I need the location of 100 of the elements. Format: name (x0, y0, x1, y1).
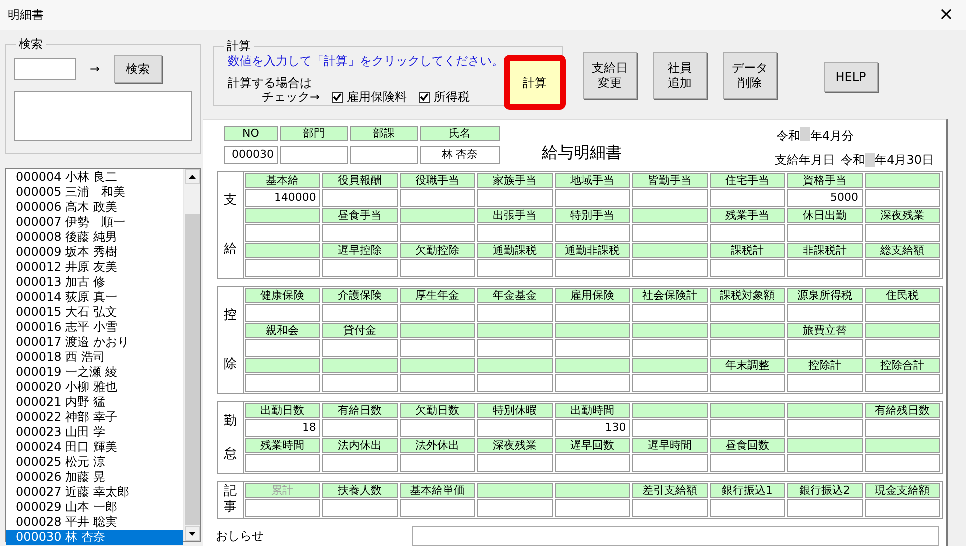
input-field[interactable] (400, 499, 476, 517)
input-field[interactable] (245, 259, 320, 277)
input-field[interactable] (632, 339, 708, 357)
employee-list-item[interactable]: 000025 松元 涼 (6, 455, 183, 470)
employee-list-item[interactable]: 000028 平井 聡実 (6, 515, 183, 530)
input-field[interactable] (477, 259, 553, 277)
input-field[interactable] (322, 454, 398, 472)
employee-list-item[interactable]: 000015 大石 弘文 (6, 305, 183, 320)
input-field[interactable] (477, 374, 553, 392)
employee-list-item[interactable]: 000017 渡邉 かおり (6, 335, 183, 350)
input-field[interactable] (632, 419, 708, 437)
employee-list-item[interactable]: 000019 一之瀬 綾 (6, 365, 183, 380)
employee-list-item[interactable]: 000021 内野 猛 (6, 395, 183, 410)
input-field[interactable] (632, 454, 708, 472)
scrollbar[interactable] (183, 169, 200, 541)
input-field[interactable] (632, 304, 708, 322)
input-field[interactable] (632, 224, 708, 242)
notice-field[interactable] (412, 526, 939, 546)
input-field[interactable] (400, 454, 476, 472)
checkbox[interactable] (419, 92, 430, 102)
employee-list-item[interactable]: 000027 近藤 幸太郎 (6, 485, 183, 500)
search-field[interactable] (14, 58, 76, 80)
input-field[interactable] (710, 499, 786, 517)
input-field[interactable]: 000030 (224, 146, 278, 164)
toolbar-button[interactable]: データ 削除 (723, 52, 777, 99)
input-field[interactable] (864, 454, 940, 472)
input-field[interactable] (477, 419, 553, 437)
input-field[interactable] (787, 499, 863, 517)
input-field[interactable] (245, 339, 320, 357)
input-field[interactable] (864, 259, 940, 277)
input-field[interactable]: 130 (554, 419, 630, 437)
input-field[interactable] (322, 224, 398, 242)
employee-list-item[interactable]: 000009 坂本 秀樹 (6, 245, 183, 260)
toolbar-button[interactable]: 社員 追加 (653, 52, 707, 99)
input-field[interactable] (400, 339, 476, 357)
scroll-up-icon[interactable] (188, 174, 196, 178)
employee-list-item[interactable]: 000023 山田 学 (6, 425, 183, 440)
input-field[interactable] (632, 259, 708, 277)
input-field[interactable] (477, 304, 553, 322)
input-field[interactable] (864, 419, 940, 437)
employee-list-item[interactable]: 000007 伊勢 順一 (6, 215, 183, 230)
input-field[interactable] (864, 224, 940, 242)
search-button[interactable]: 検索 (114, 55, 162, 83)
input-field[interactable]: 18 (245, 419, 320, 437)
input-field[interactable] (554, 339, 630, 357)
calculate-button[interactable]: 計算 (504, 55, 566, 110)
input-field[interactable] (787, 419, 863, 437)
close-button[interactable]: × (934, 6, 958, 24)
input-field[interactable] (245, 304, 320, 322)
input-field[interactable] (864, 339, 940, 357)
input-field[interactable] (787, 224, 863, 242)
input-field[interactable] (554, 454, 630, 472)
employee-list-item[interactable]: 000020 小柳 雅也 (6, 380, 183, 395)
employee-list-item[interactable]: 000026 加藤 晃 (6, 470, 183, 485)
input-field[interactable] (864, 374, 940, 392)
input-field[interactable] (350, 146, 418, 164)
toolbar-button[interactable]: 支給日 変更 (583, 52, 637, 99)
input-field[interactable] (554, 189, 630, 207)
employee-list-item[interactable]: 000024 田口 輝美 (6, 440, 183, 455)
input-field[interactable] (632, 189, 708, 207)
input-field[interactable] (710, 224, 786, 242)
input-field[interactable] (322, 189, 398, 207)
input-field[interactable] (477, 189, 553, 207)
input-field[interactable] (787, 374, 863, 392)
input-field[interactable] (477, 454, 553, 472)
employee-list-item[interactable]: 000006 高木 政美 (6, 200, 183, 215)
input-field[interactable]: 5000 (787, 189, 863, 207)
input-field[interactable] (710, 189, 786, 207)
input-field[interactable] (787, 304, 863, 322)
employee-list-item[interactable]: 000008 後藤 純男 (6, 230, 183, 245)
input-field[interactable] (632, 374, 708, 392)
employee-list-item[interactable]: 000005 三浦 和美 (6, 185, 183, 200)
input-field[interactable] (554, 304, 630, 322)
input-field[interactable] (787, 339, 863, 357)
input-field[interactable] (245, 454, 320, 472)
employee-list-item[interactable]: 000013 加古 修 (6, 275, 183, 290)
input-field[interactable] (400, 189, 476, 207)
input-field[interactable] (787, 454, 863, 472)
employee-list-item[interactable]: 000029 山本 一郎 (6, 500, 183, 515)
scroll-down-icon[interactable] (188, 532, 196, 536)
input-field[interactable] (322, 374, 398, 392)
input-field[interactable] (554, 259, 630, 277)
input-field[interactable] (322, 304, 398, 322)
employee-list-item[interactable]: 000018 西 浩司 (6, 350, 183, 365)
input-field[interactable]: 140000 (245, 189, 320, 207)
input-field[interactable] (245, 499, 320, 517)
input-field[interactable] (864, 499, 940, 517)
employee-list-item[interactable]: 000004 小林 良二 (6, 170, 183, 185)
employee-list-item[interactable]: 000012 井原 友美 (6, 260, 183, 275)
input-field[interactable] (710, 419, 786, 437)
checkbox[interactable] (332, 92, 344, 102)
input-field[interactable] (864, 304, 940, 322)
input-field[interactable] (554, 374, 630, 392)
input-field[interactable] (554, 224, 630, 242)
input-field[interactable] (710, 259, 786, 277)
input-field[interactable] (710, 454, 786, 472)
input-field[interactable] (400, 419, 476, 437)
input-field[interactable] (477, 499, 553, 517)
employee-list-item[interactable]: 000030 林 杏奈 (6, 530, 183, 545)
input-field[interactable] (787, 259, 863, 277)
